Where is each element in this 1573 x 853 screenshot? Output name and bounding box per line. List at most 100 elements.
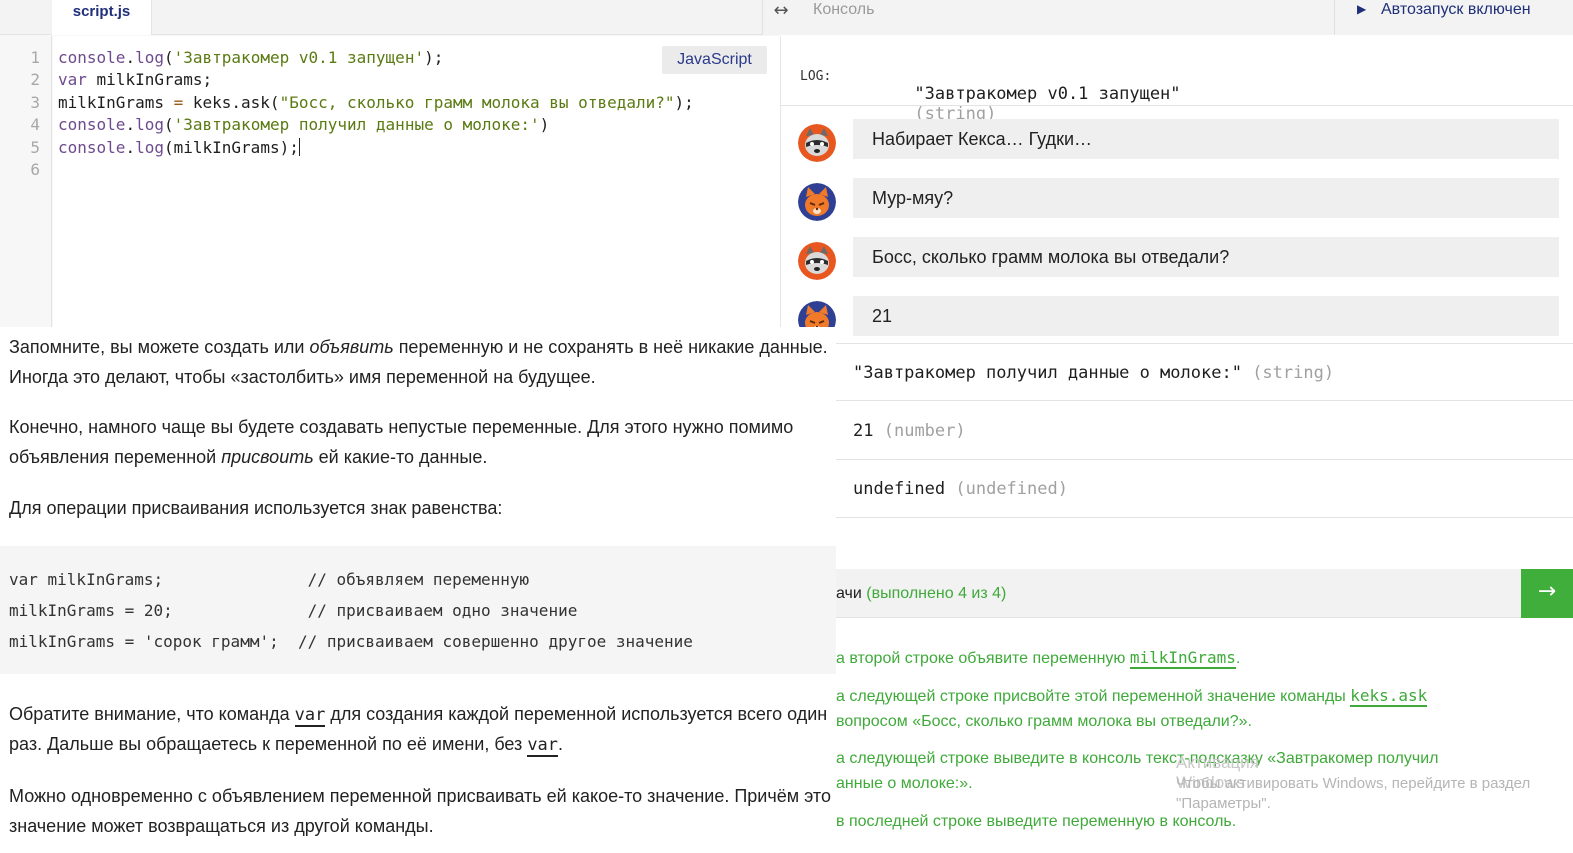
paragraph-text: . bbox=[558, 734, 564, 754]
code-token: . bbox=[125, 137, 136, 157]
task-text: а следующей строке присвойте этой переме… bbox=[836, 688, 1351, 705]
line-number: 2 bbox=[30, 70, 40, 90]
task-text: а следующей строке выведите в консоль те… bbox=[836, 750, 1439, 767]
tasks-header: ачи (выполнено 4 из 4) bbox=[836, 569, 1521, 618]
code-example-line: milkInGrams = 20; // присваиваем одно зн… bbox=[9, 601, 578, 620]
console-title: Консоль bbox=[813, 1, 875, 18]
code-token: . bbox=[125, 115, 136, 135]
code-token: ); bbox=[424, 48, 444, 67]
paragraph-text: Можно одновременно с объявлением перемен… bbox=[9, 786, 831, 836]
code-token: ) bbox=[539, 115, 550, 135]
inline-code: var bbox=[527, 735, 559, 757]
code-line: console.log(milkInGrams); bbox=[58, 137, 300, 157]
code-token: console bbox=[58, 115, 126, 135]
log-type: (number) bbox=[883, 421, 966, 441]
console-log-row: undefined (undefined) bbox=[781, 460, 1573, 518]
line-number: 6 bbox=[30, 160, 40, 179]
paragraph-text: Обратите внимание, что команда bbox=[9, 704, 295, 724]
code-line: milkInGrams = keks.ask("Босс, сколько гр… bbox=[58, 93, 694, 112]
lesson-article: Запомните, вы можете создать или объявит… bbox=[0, 327, 836, 853]
watermark-line: "Параметры". bbox=[1176, 795, 1271, 812]
task-code: milkInGrams bbox=[1129, 648, 1236, 669]
chat-message: Босс, сколько грамм молока вы отведали? bbox=[781, 233, 1573, 292]
code-token: ( bbox=[163, 115, 174, 135]
log-type: (string) bbox=[1252, 363, 1335, 383]
task-text: анные о молоке:». bbox=[836, 775, 973, 792]
line-number-gutter: 1 23 45 6 bbox=[0, 36, 52, 330]
code-token: 'Завтракомер v0.1 запущен' bbox=[173, 48, 425, 67]
emphasis-term: объявить bbox=[309, 337, 394, 357]
raccoon-avatar-icon bbox=[798, 124, 836, 162]
code-token: = bbox=[173, 92, 184, 112]
console-header: Консоль bbox=[799, 0, 1334, 35]
task-item: а второй строке объявите переменную milk… bbox=[836, 646, 1240, 671]
tasks-progress: (выполнено 4 из 4) bbox=[866, 585, 1007, 602]
code-example-block: var milkInGrams; // объявляем переменную… bbox=[0, 546, 836, 674]
article-paragraph: Конечно, намного чаще вы будете создават… bbox=[9, 412, 831, 472]
inline-code: var bbox=[294, 705, 326, 727]
log-value: "Завтракомер v0.1 запущен" bbox=[914, 84, 1181, 104]
article-paragraph: Для операции присваивания используется з… bbox=[9, 493, 831, 523]
code-token: milkInGrams; bbox=[86, 70, 213, 90]
code-token: ( bbox=[163, 48, 174, 67]
chat-message: Набирает Кекса… Гудки… bbox=[781, 115, 1573, 174]
code-area[interactable]: console.log('Завтракомер v0.1 запущен');… bbox=[53, 36, 780, 330]
chat-bubble: Набирает Кекса… Гудки… bbox=[853, 119, 1559, 159]
code-token: ); bbox=[674, 92, 694, 112]
line-number: 3 bbox=[30, 92, 40, 112]
line-number: 4 bbox=[30, 115, 40, 135]
console-log-row: LOG: "Завтракомер v0.1 запущен" (string) bbox=[781, 36, 1573, 124]
code-token: . bbox=[125, 48, 136, 67]
resize-handle-icon[interactable]: ↔ bbox=[762, 0, 799, 35]
paragraph-text: Запомните, вы можете создать или bbox=[9, 337, 310, 357]
log-value: "Завтракомер получил данные о молоке:" bbox=[853, 363, 1242, 383]
next-arrow-button[interactable]: → bbox=[1521, 569, 1573, 618]
code-line: var milkInGrams; bbox=[58, 70, 212, 89]
log-label: LOG: bbox=[800, 69, 832, 84]
console-output: LOG: "Завтракомер v0.1 запущен" (string)… bbox=[780, 36, 1573, 569]
watermark-line: Чтобы активировать Windows, перейдите в … bbox=[1176, 775, 1531, 792]
task-text: а второй строке объявите переменную bbox=[836, 650, 1130, 667]
code-token: 'Завтракомер получил данные о молоке:' bbox=[173, 115, 540, 135]
task-code: keks.ask bbox=[1350, 686, 1428, 707]
code-token: console bbox=[58, 48, 126, 67]
code-token: (milkInGrams); bbox=[163, 137, 299, 157]
log-type: (undefined) bbox=[955, 479, 1068, 499]
article-paragraph: Обратите внимание, что команда var для с… bbox=[9, 699, 831, 759]
cat-avatar-icon bbox=[798, 183, 836, 221]
tab-script-js[interactable]: script.js bbox=[52, 0, 152, 35]
text-cursor bbox=[298, 137, 300, 156]
task-item: а следующей строке присвойте этой переме… bbox=[836, 684, 1428, 734]
autorun-toggle[interactable]: ▶ Автозапуск включен bbox=[1334, 0, 1573, 35]
article-paragraph: Можно одновременно с объявлением перемен… bbox=[9, 781, 831, 841]
autorun-label: Автозапуск включен bbox=[1381, 1, 1531, 18]
task-text: в последней строке выведите переменную в… bbox=[836, 813, 1237, 830]
task-text: вопросом «Босс, сколько грамм молока вы … bbox=[836, 713, 1252, 730]
code-token: log bbox=[135, 48, 164, 67]
console-log-row: 21 (number) bbox=[781, 402, 1573, 460]
chat-message: Мур-мяу? bbox=[781, 174, 1573, 233]
code-token: log bbox=[135, 137, 164, 157]
code-token: log bbox=[135, 115, 164, 135]
log-value: undefined bbox=[853, 479, 946, 499]
line-number: 1 bbox=[30, 48, 40, 67]
code-example-line: var milkInGrams; // объявляем переменную bbox=[9, 570, 530, 589]
paragraph-text: ей какие-то данные. bbox=[313, 447, 488, 467]
raccoon-avatar-icon bbox=[798, 242, 836, 280]
task-text: . bbox=[1235, 650, 1241, 667]
tasks-header-label: ачи bbox=[836, 585, 862, 602]
code-editor: script.js 123456 console.log('Завтракоме… bbox=[0, 0, 780, 330]
emphasis-term: присвоить bbox=[221, 447, 314, 467]
code-example-line: milkInGrams = 'сорок грамм'; // присваив… bbox=[9, 632, 693, 651]
console-log-row: "Завтракомер получил данные о молоке:" (… bbox=[781, 343, 1573, 401]
language-badge: JavaScript bbox=[662, 46, 767, 74]
code-token: keks.ask( bbox=[183, 92, 280, 112]
chat-bubble: Босс, сколько грамм молока вы отведали? bbox=[853, 237, 1559, 277]
code-token: var bbox=[58, 70, 87, 90]
chat-bubble: 21 bbox=[853, 296, 1559, 336]
article-paragraph: Запомните, вы можете создать или объявит… bbox=[9, 332, 831, 392]
code-line: console.log('Завтракомер v0.1 запущен'); bbox=[58, 48, 443, 67]
line-number: 5 bbox=[30, 137, 40, 157]
play-icon: ▶ bbox=[1357, 2, 1367, 16]
log-value: 21 bbox=[853, 421, 874, 441]
